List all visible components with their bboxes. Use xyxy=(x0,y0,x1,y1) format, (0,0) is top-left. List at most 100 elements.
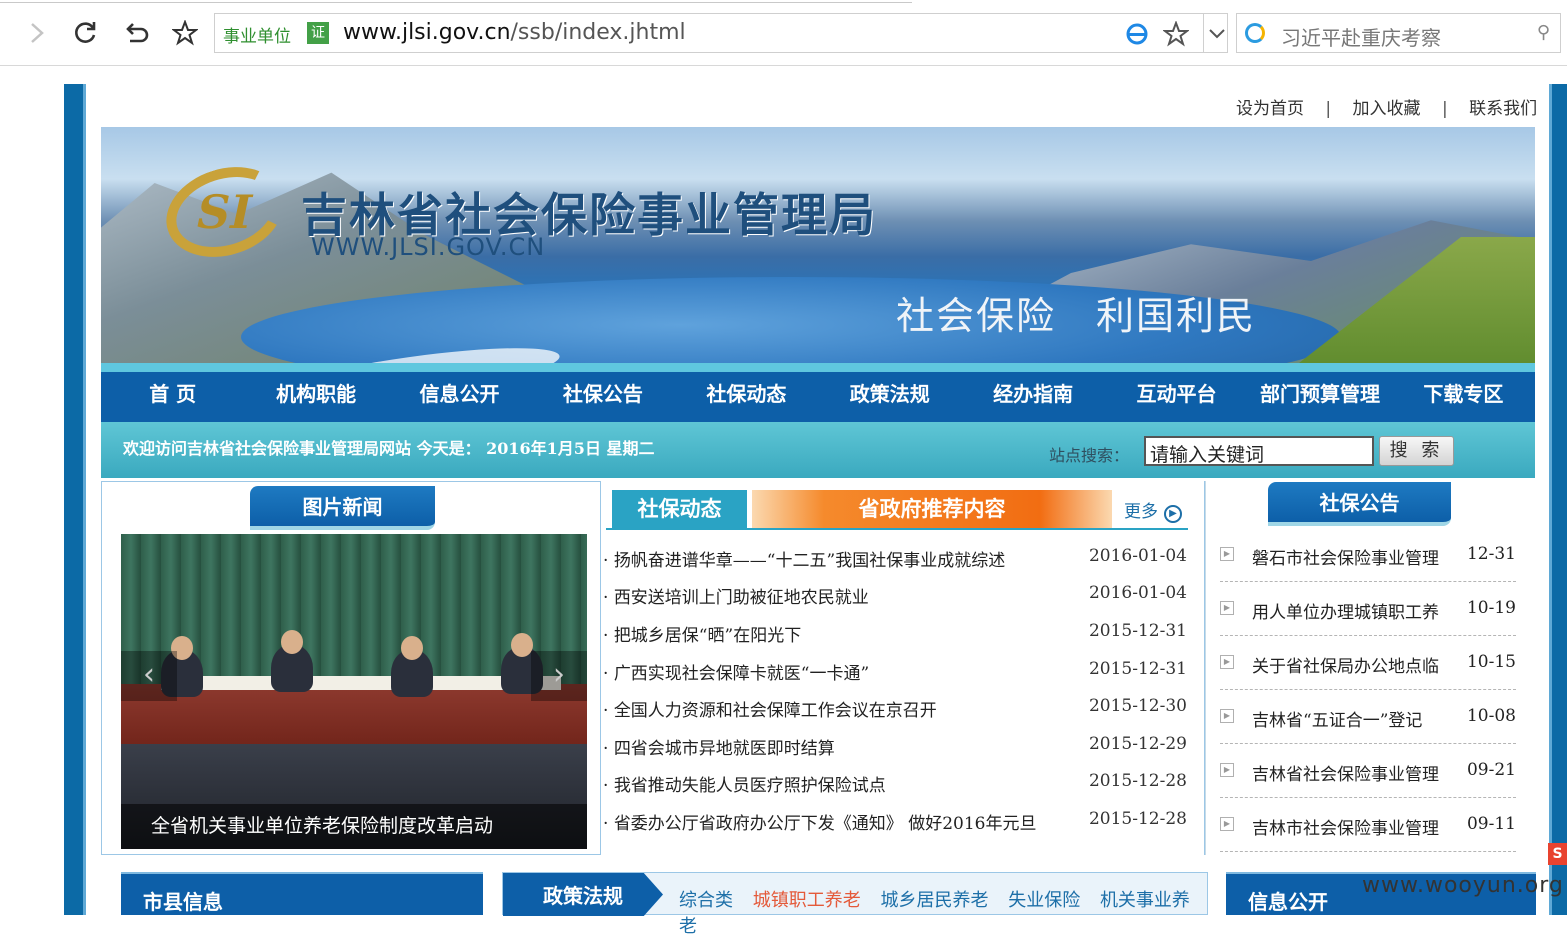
announcement-title: 吉林省社会保险事业管理 xyxy=(1252,765,1439,785)
nav-item-guide[interactable]: 经办指南 xyxy=(961,372,1104,422)
reload-button[interactable] xyxy=(70,18,100,48)
news-title-text: 全国人力资源和社会保障工作会议在京召开 xyxy=(613,701,937,721)
more-arrow-icon: ▶ xyxy=(1164,505,1182,523)
news-item[interactable]: · 广西实现社会保障卡就医“一卡通” 2015-12-31 xyxy=(603,651,1193,687)
news-item[interactable]: · 全国人力资源和社会保障工作会议在京召开 2015-12-30 xyxy=(603,688,1193,724)
org-url: WWW.JLSI.GOV.CN xyxy=(311,233,546,261)
dropdown-chevron-icon[interactable] xyxy=(1207,24,1227,44)
photo-prev-button[interactable]: ‹ xyxy=(121,651,177,701)
undo-icon xyxy=(126,23,149,43)
policy-link-urban-pension[interactable]: 城镇职工养老 xyxy=(753,890,861,911)
announcement-date: 12-31 xyxy=(1466,544,1516,564)
news-item[interactable]: · 扬帆奋进谱华章——“十二五”我国社保事业成就综述 2016-01-04 xyxy=(603,538,1193,574)
welcome-message: 欢迎访问吉林省社会保险事业管理局网站 今天是： 2016年1月5日 星期二 xyxy=(123,439,655,458)
person-head xyxy=(401,636,423,660)
news-title: · 我省推动失能人员医疗照护保险试点 xyxy=(603,776,886,796)
ie-icon[interactable] xyxy=(1125,22,1149,46)
announcement-date: 10-08 xyxy=(1466,706,1516,726)
policy-link-general[interactable]: 综合类 xyxy=(679,890,733,911)
browser-search-text[interactable]: 习近平赴重庆考察 xyxy=(1281,22,1441,51)
star-icon xyxy=(172,20,198,46)
search-icon[interactable]: ⚲ xyxy=(1537,22,1550,43)
nav-item-budget[interactable]: 部门预算管理 xyxy=(1248,372,1391,422)
announcement-item[interactable]: ▶ 吉林省“五证合一”登记 10-08 xyxy=(1220,692,1516,744)
policy-header: 政策法规 综合类 城镇职工养老 城乡居民养老 失业保险 机关事业养老 xyxy=(502,872,1208,937)
announcement-item[interactable]: ▶ 吉林市社会保险事业管理 09-11 xyxy=(1220,800,1516,852)
news-item[interactable]: · 我省推动失能人员医疗照护保险试点 2015-12-28 xyxy=(603,763,1193,799)
policy-link-rural-pension[interactable]: 城乡居民养老 xyxy=(880,890,988,911)
top-links: 设为首页 | 加入收藏 | 联系我们 xyxy=(1236,94,1537,119)
bullet-arrow-icon: ▶ xyxy=(1220,817,1234,831)
set-homepage-link[interactable]: 设为首页 xyxy=(1236,99,1304,119)
nav-item-announcements[interactable]: 社保公告 xyxy=(531,372,674,422)
news-date: 2015-12-30 xyxy=(1088,696,1187,716)
tab-provincial-recommended[interactable]: 省政府推荐内容 xyxy=(752,490,1112,528)
nav-item-policy[interactable]: 政策法规 xyxy=(818,372,961,422)
news-title: · 广西实现社会保障卡就医“一卡通” xyxy=(603,664,870,684)
url-text[interactable]: www.jlsi.gov.cn/ssb/index.jhtml xyxy=(343,20,686,45)
add-favorite-link[interactable]: 加入收藏 xyxy=(1353,99,1421,119)
address-bar[interactable]: 事业单位 证 www.jlsi.gov.cn/ssb/index.jhtml xyxy=(214,13,1228,53)
news-photo[interactable]: ‹ › 全省机关事业单位养老保险制度改革启动 xyxy=(121,534,587,849)
separator: | xyxy=(1441,99,1448,119)
policy-links: 综合类 城镇职工养老 城乡居民养老 失业保险 机关事业养老 xyxy=(679,886,1207,938)
announcement-item[interactable]: ▶ 磐石市社会保险事业管理 12-31 xyxy=(1220,530,1516,582)
page-left-border xyxy=(64,84,86,915)
announcements-title[interactable]: 社保公告 xyxy=(1268,482,1451,526)
county-info-header[interactable]: 市县信息 xyxy=(121,872,483,915)
news-item[interactable]: · 西安送培训上门助被征地农民就业 2016-01-04 xyxy=(603,575,1193,611)
announcement-item[interactable]: ▶ 关于省社保局办公地点临 10-15 xyxy=(1220,638,1516,690)
policy-title[interactable]: 政策法规 xyxy=(503,873,663,916)
main-nav: 首 页 机构职能 信息公开 社保公告 社保动态 政策法规 经办指南 互动平台 部… xyxy=(101,372,1535,422)
news-title-text: 我省推动失能人员医疗照护保险试点 xyxy=(613,776,886,796)
news-date: 2015-12-31 xyxy=(1088,659,1187,679)
side-badge-icon[interactable]: S xyxy=(1548,843,1567,865)
nav-item-downloads[interactable]: 下载专区 xyxy=(1392,372,1535,422)
policy-link-unemployment[interactable]: 失业保险 xyxy=(1008,890,1080,911)
news-item[interactable]: · 把城乡居保“晒”在阳光下 2015-12-31 xyxy=(603,613,1193,649)
news-date: 2016-01-04 xyxy=(1088,546,1187,566)
site-banner: SI 吉林省社会保险事业管理局 WWW.JLSI.GOV.CN 社会保险 利国利… xyxy=(101,127,1535,363)
news-date: 2015-12-28 xyxy=(1088,809,1187,829)
photo-caption[interactable]: 全省机关事业单位养老保险制度改革启动 xyxy=(121,804,587,849)
county-info-title: 市县信息 xyxy=(143,890,223,914)
announcement-item[interactable]: ▶ 用人单位办理城镇职工养 10-19 xyxy=(1220,584,1516,636)
more-link[interactable]: 更多 ▶ xyxy=(1124,497,1182,523)
cert-label: 事业单位 xyxy=(223,27,291,47)
url-host: www.jlsi.gov.cn xyxy=(343,20,511,45)
nav-item-interaction[interactable]: 互动平台 xyxy=(1105,372,1248,422)
browser-toolbar: 事业单位 证 www.jlsi.gov.cn/ssb/index.jhtml 习… xyxy=(0,0,1567,66)
tab-underline xyxy=(606,528,1188,530)
news-item[interactable]: · 省委办公厅省政府办公厅下发《通知》 做好2016年元旦 2015-12-28 xyxy=(603,801,1193,837)
nav-item-info-disclosure[interactable]: 信息公开 xyxy=(388,372,531,422)
announcement-title: 吉林市社会保险事业管理 xyxy=(1252,819,1439,839)
bullet-arrow-icon: ▶ xyxy=(1220,763,1234,777)
photo-news-title[interactable]: 图片新闻 xyxy=(250,486,435,530)
forward-button[interactable] xyxy=(22,18,52,48)
announcement-date: 10-15 xyxy=(1466,652,1516,672)
browser-search-box[interactable]: 习近平赴重庆考察 ⚲ xyxy=(1236,13,1561,53)
bookmark-star-button[interactable] xyxy=(170,18,200,48)
welcome-bar: 欢迎访问吉林省社会保险事业管理局网站 今天是： 2016年1月5日 星期二 站点… xyxy=(101,422,1535,478)
news-title-text: 广西实现社会保障卡就医“一卡通” xyxy=(613,664,870,684)
news-date: 2015-12-28 xyxy=(1088,771,1187,791)
news-title: · 西安送培训上门助被征地农民就业 xyxy=(603,588,869,608)
news-item[interactable]: · 四省会城市异地就医即时结算 2015-12-29 xyxy=(603,726,1193,762)
tab-social-security-news[interactable]: 社保动态 xyxy=(612,490,747,528)
announcement-item[interactable]: ▶ 吉林省社会保险事业管理 09-21 xyxy=(1220,746,1516,798)
photo-next-button[interactable]: › xyxy=(531,651,587,701)
nav-item-news[interactable]: 社保动态 xyxy=(675,372,818,422)
address-divider xyxy=(1203,14,1204,52)
site-search-input[interactable]: 请输入关键词 xyxy=(1144,436,1374,466)
news-date: 2016-01-04 xyxy=(1088,583,1187,603)
favorite-star-icon[interactable] xyxy=(1163,21,1189,47)
site-search-button[interactable]: 搜 索 xyxy=(1379,436,1454,466)
news-title-text: 把城乡居保“晒”在阳光下 xyxy=(613,626,802,646)
undo-button[interactable] xyxy=(120,18,150,48)
news-date: 2015-12-31 xyxy=(1088,621,1187,641)
contact-link[interactable]: 联系我们 xyxy=(1469,99,1537,119)
announcement-title: 磐石市社会保险事业管理 xyxy=(1252,549,1439,569)
nav-item-home[interactable]: 首 页 xyxy=(101,372,244,422)
news-title: · 把城乡居保“晒”在阳光下 xyxy=(603,626,802,646)
nav-item-functions[interactable]: 机构职能 xyxy=(244,372,387,422)
